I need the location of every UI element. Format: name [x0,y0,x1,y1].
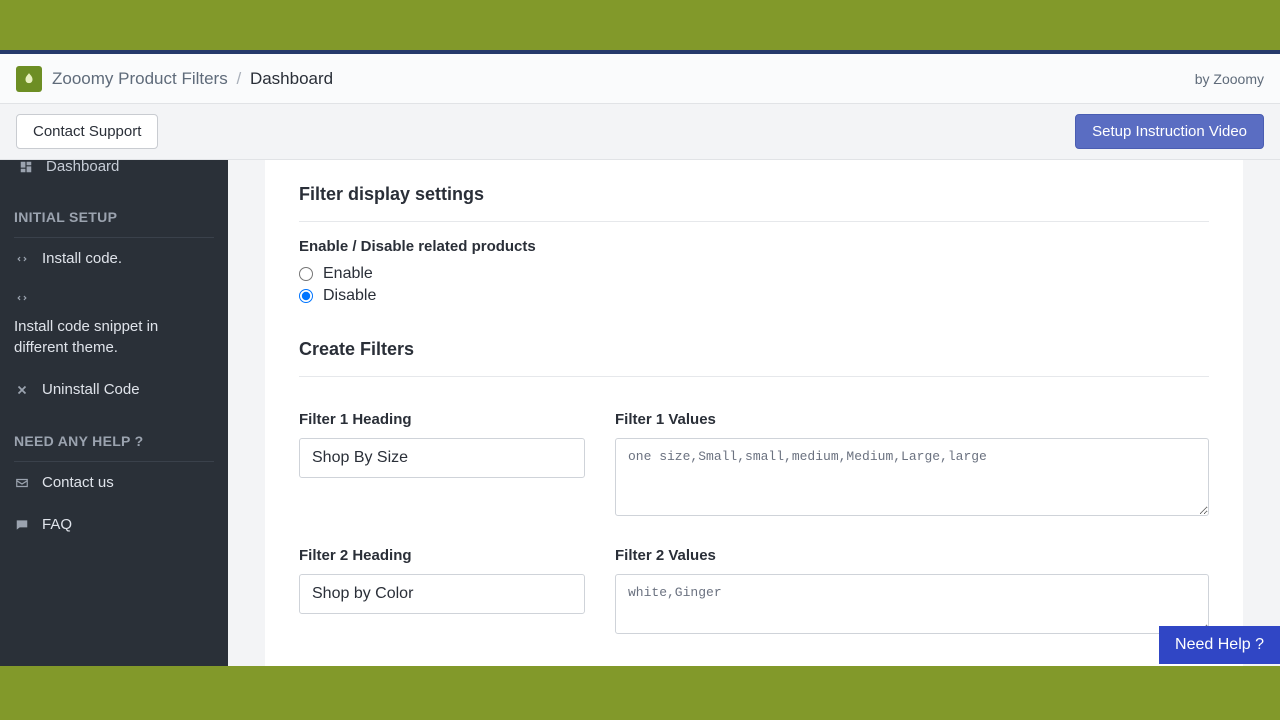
contact-support-button[interactable]: Contact Support [16,114,158,149]
olive-banner-top [0,0,1280,50]
mail-icon [14,476,30,490]
filter-1-row: Filter 1 Heading Filter 1 Values [299,411,1209,521]
sidebar-item-label: Dashboard [46,160,119,175]
sidebar-section-initial: INITIAL SETUP [0,187,228,237]
enable-disable-label: Enable / Disable related products [299,238,1209,255]
sidebar-item-uninstall[interactable]: Uninstall Code [0,369,228,411]
sidebar-item-install-snippet[interactable]: Install code snippet in different theme. [0,280,228,369]
sidebar-item-faq[interactable]: FAQ [0,504,228,546]
close-icon [14,383,30,397]
code-icon [14,252,30,266]
app-logo [16,66,42,92]
radio-disable-input[interactable] [299,289,313,303]
header-bar: Zooomy Product Filters / Dashboard by Zo… [0,54,1280,104]
filter1-values-textarea[interactable] [615,438,1209,516]
sidebar-item-contact-us[interactable]: Contact us [0,462,228,504]
divider [299,221,1209,222]
filter2-heading-input[interactable] [299,574,585,614]
toolbar: Contact Support Setup Instruction Video [0,104,1280,160]
sidebar-item-label: FAQ [42,515,72,535]
olive-banner-bottom [0,666,1280,720]
breadcrumb-app[interactable]: Zooomy Product Filters [52,69,228,88]
settings-card: Filter display settings Enable / Disable… [265,160,1243,666]
breadcrumb: Zooomy Product Filters / Dashboard [52,69,333,89]
body-row: Dashboard INITIAL SETUP Install code. In… [0,160,1280,666]
chat-icon [14,518,30,532]
sidebar-section-help: NEED ANY HELP ? [0,411,228,461]
setup-video-button[interactable]: Setup Instruction Video [1075,114,1264,149]
sidebar: Dashboard INITIAL SETUP Install code. In… [0,160,228,666]
filter-display-heading: Filter display settings [299,184,1209,205]
filter2-values-textarea[interactable] [615,574,1209,634]
app-frame: Zooomy Product Filters / Dashboard by Zo… [0,54,1280,666]
content-wrap: Filter display settings Enable / Disable… [228,160,1280,666]
filter2-heading-label: Filter 2 Heading [299,547,585,564]
code-icon [14,291,30,305]
filter2-values-label: Filter 2 Values [615,547,1209,564]
radio-enable-label: Enable [323,265,373,283]
filter-2-row: Filter 2 Heading Filter 2 Values [299,547,1209,639]
radio-disable[interactable]: Disable [299,287,1209,305]
sidebar-item-label: Uninstall Code [42,380,140,400]
create-filters-heading: Create Filters [299,339,1209,360]
filter1-heading-label: Filter 1 Heading [299,411,585,428]
filter1-heading-input[interactable] [299,438,585,478]
by-label: by Zooomy [1195,71,1264,87]
divider [299,376,1209,377]
breadcrumb-separator: / [236,69,241,88]
header-left: Zooomy Product Filters / Dashboard [16,66,333,92]
breadcrumb-current: Dashboard [250,69,333,88]
radio-enable[interactable]: Enable [299,265,1209,283]
sidebar-item-install-code[interactable]: Install code. [0,238,228,280]
dashboard-icon [18,160,34,174]
radio-enable-input[interactable] [299,267,313,281]
filter1-values-label: Filter 1 Values [615,411,1209,428]
need-help-button[interactable]: Need Help ? [1159,626,1280,664]
sidebar-item-dashboard[interactable]: Dashboard [0,160,228,187]
radio-disable-label: Disable [323,287,376,305]
leaf-icon [22,72,36,86]
sidebar-item-label: Contact us [42,473,114,493]
sidebar-item-label: Install code. [42,249,122,269]
sidebar-item-label: Install code snippet in different theme. [14,317,214,358]
